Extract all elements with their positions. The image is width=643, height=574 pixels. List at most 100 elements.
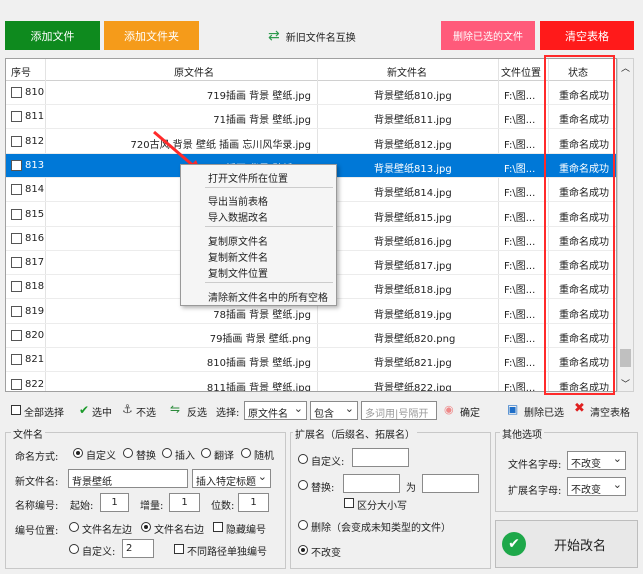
row-seq: 822 bbox=[25, 378, 45, 390]
naming-insert-label[interactable]: 插入 bbox=[175, 447, 195, 462]
deselect-button[interactable]: 不选 bbox=[136, 404, 156, 419]
scroll-down-icon[interactable]: ﹀ bbox=[621, 377, 630, 390]
field-select[interactable]: 原文件名 bbox=[244, 401, 307, 420]
row-checkbox[interactable] bbox=[11, 232, 22, 244]
row-checkbox[interactable] bbox=[11, 330, 22, 341]
menu-clear-spaces[interactable]: 清除新文件名中的所有空格 bbox=[208, 289, 328, 304]
naming-translate-radio[interactable] bbox=[201, 448, 211, 458]
row-checkbox[interactable] bbox=[11, 281, 22, 293]
ext-case-select[interactable]: 不改变 bbox=[567, 477, 626, 496]
pos-left-radio[interactable] bbox=[69, 522, 79, 532]
naming-replace-radio[interactable] bbox=[123, 448, 133, 458]
pos-custom-input[interactable]: 2 bbox=[122, 539, 154, 558]
diff-path-label[interactable]: 不同路径单独编号 bbox=[187, 543, 267, 558]
menu-export-table[interactable]: 导出当前表格 bbox=[208, 193, 268, 208]
row-checkbox[interactable] bbox=[11, 257, 22, 269]
table-row[interactable]: 811 71插画 背景 壁纸.jpg 背景壁纸811.jpg F:\图... 重命名成功 bbox=[6, 105, 616, 130]
menu-open-location[interactable]: 打开文件所在位置 bbox=[208, 170, 288, 185]
row-orig-name: 71插画 背景 壁纸.jpg bbox=[213, 115, 311, 127]
ext-replace-to-label: 为 bbox=[406, 483, 416, 494]
table-row[interactable]: 822 811插画 背景 壁纸.jpg 背景壁纸822.jpg F:\图... 重命名成… bbox=[6, 373, 616, 391]
row-checkbox[interactable] bbox=[11, 159, 22, 171]
header-new[interactable]: 新文件名 bbox=[387, 64, 427, 79]
hide-number-checkbox[interactable] bbox=[213, 522, 223, 532]
row-checkbox[interactable] bbox=[11, 208, 22, 220]
select-all-checkbox[interactable] bbox=[11, 405, 21, 415]
table-row[interactable]: 820 79插画 背景 壁纸.png 背景壁纸820.png F:\图... 重命名成功 bbox=[6, 324, 616, 348]
row-checkbox[interactable] bbox=[11, 354, 22, 366]
pos-right-label[interactable]: 文件名右边 bbox=[154, 521, 204, 536]
confirm-button[interactable]: 确定 bbox=[460, 404, 480, 419]
new-name-input[interactable]: 背景壁纸 bbox=[68, 469, 188, 488]
menu-import-data[interactable]: 导入数据改名 bbox=[208, 209, 268, 224]
row-checkbox[interactable] bbox=[11, 87, 22, 98]
filename-case-select[interactable]: 不改变 bbox=[567, 451, 626, 470]
ext-delete-label[interactable]: 删除（会变成未知类型的文件） bbox=[311, 519, 451, 534]
pos-custom-radio[interactable] bbox=[69, 544, 79, 554]
start-input[interactable]: 1 bbox=[100, 493, 129, 512]
row-checkbox[interactable] bbox=[11, 184, 22, 196]
add-file-button[interactable]: 添加文件 bbox=[5, 21, 100, 50]
scroll-thumb[interactable] bbox=[620, 349, 631, 367]
select-button[interactable]: 选中 bbox=[92, 404, 112, 419]
clear-table-small-button[interactable]: 清空表格 bbox=[590, 404, 630, 419]
row-checkbox[interactable] bbox=[11, 378, 22, 390]
ext-replace-radio[interactable] bbox=[298, 480, 308, 490]
digits-input[interactable]: 1 bbox=[238, 493, 269, 512]
delete-selected-file-button[interactable]: 删除已选的文件 bbox=[441, 21, 535, 50]
step-label: 增量: bbox=[140, 501, 164, 512]
ext-replace-label[interactable]: 替换: bbox=[311, 479, 334, 494]
table-row[interactable]: 812 720古风 背景 壁纸 插画 忘川风华录.jpg 背景壁纸812.jpg F:… bbox=[6, 130, 616, 154]
case-sensitive-label[interactable]: 区分大小写 bbox=[357, 497, 407, 512]
header-orig[interactable]: 原文件名 bbox=[174, 64, 214, 79]
menu-copy-new[interactable]: 复制新文件名 bbox=[208, 249, 268, 264]
header-seq[interactable]: 序号 bbox=[11, 64, 31, 79]
insert-special-title-select[interactable]: 插入特定标题 bbox=[192, 469, 271, 488]
swap-names-button[interactable]: ⇄ 新旧文件名互换 bbox=[268, 25, 368, 47]
table-scrollbar[interactable]: ︿ ﹀ bbox=[617, 58, 634, 392]
delete-selected-button[interactable]: 删除已选 bbox=[524, 404, 564, 419]
ext-replace-from-input[interactable] bbox=[343, 474, 400, 493]
table-row[interactable]: 810 719插画 背景 壁纸.jpg 背景壁纸810.jpg F:\图... 重命名成… bbox=[6, 81, 616, 105]
naming-insert-radio[interactable] bbox=[162, 448, 172, 458]
row-checkbox[interactable] bbox=[11, 305, 22, 317]
clear-table-button[interactable]: 清空表格 bbox=[540, 21, 634, 50]
ext-delete-radio[interactable] bbox=[298, 520, 308, 530]
diff-path-checkbox[interactable] bbox=[174, 544, 184, 554]
ext-custom-input[interactable] bbox=[352, 448, 409, 467]
row-checkbox[interactable] bbox=[11, 111, 22, 123]
invert-button[interactable]: 反选 bbox=[187, 404, 207, 419]
menu-copy-orig[interactable]: 复制原文件名 bbox=[208, 233, 268, 248]
ext-custom-radio[interactable] bbox=[298, 454, 308, 464]
scroll-up-icon[interactable]: ︿ bbox=[621, 61, 630, 74]
naming-random-label[interactable]: 随机 bbox=[254, 447, 274, 462]
header-loc[interactable]: 文件位置 bbox=[501, 64, 541, 79]
select-all-label[interactable]: 全部选择 bbox=[24, 404, 64, 419]
add-folder-button[interactable]: 添加文件夹 bbox=[104, 21, 199, 50]
table-row[interactable]: 821 810插画 背景 壁纸.jpg 背景壁纸821.jpg F:\图... 重命名成… bbox=[6, 348, 616, 373]
naming-custom-label[interactable]: 自定义 bbox=[86, 447, 116, 462]
naming-replace-label[interactable]: 替换 bbox=[136, 447, 156, 462]
pos-custom-label[interactable]: 自定义: bbox=[82, 543, 115, 558]
invert-icon: ⇋ bbox=[170, 402, 181, 416]
search-input[interactable]: 多词用|号隔开 bbox=[361, 401, 437, 420]
pos-right-radio[interactable] bbox=[141, 522, 151, 532]
menu-copy-loc[interactable]: 复制文件位置 bbox=[208, 265, 268, 280]
naming-translate-label[interactable]: 翻译 bbox=[214, 447, 234, 462]
naming-random-radio[interactable] bbox=[241, 448, 251, 458]
pos-left-label[interactable]: 文件名左边 bbox=[82, 521, 132, 536]
row-location: F:\图... bbox=[504, 188, 536, 200]
ext-custom-label[interactable]: 自定义: bbox=[311, 453, 344, 468]
hide-number-label[interactable]: 隐藏编号 bbox=[226, 521, 266, 536]
ext-unchanged-radio[interactable] bbox=[298, 545, 308, 555]
mode-select[interactable]: 包含 bbox=[310, 401, 358, 420]
naming-custom-radio[interactable] bbox=[73, 448, 83, 458]
ext-unchanged-label[interactable]: 不改变 bbox=[311, 544, 341, 559]
other-options-title: 其他选项 bbox=[500, 426, 544, 441]
start-rename-button[interactable]: ✔ 开始改名 bbox=[495, 520, 638, 568]
row-seq: 816 bbox=[25, 232, 45, 244]
case-sensitive-checkbox[interactable] bbox=[344, 498, 354, 508]
ext-replace-to-input[interactable] bbox=[422, 474, 479, 493]
row-checkbox[interactable] bbox=[11, 135, 22, 147]
step-input[interactable]: 1 bbox=[169, 493, 200, 512]
